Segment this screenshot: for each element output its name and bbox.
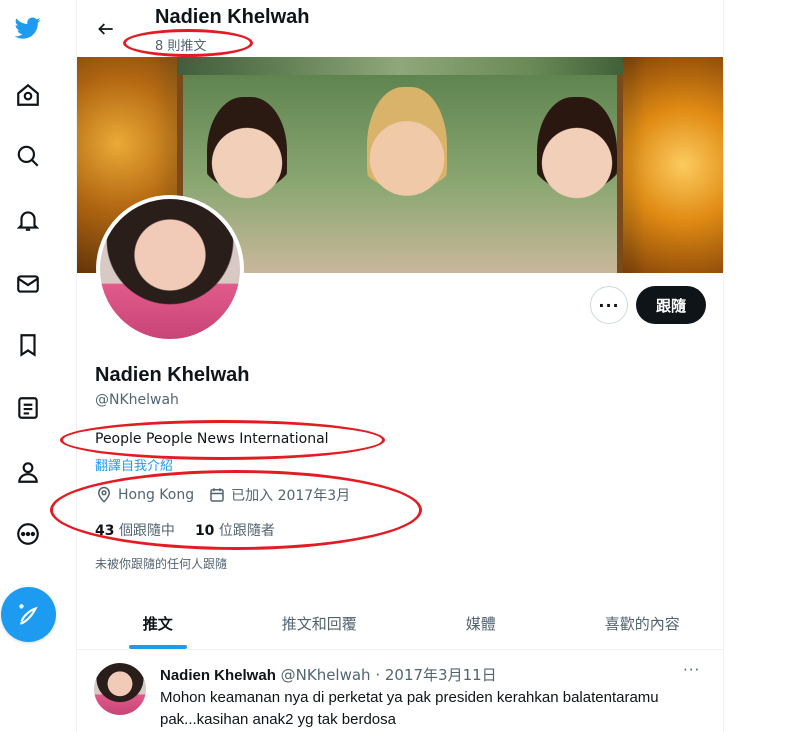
arrow-left-icon (98, 23, 113, 35)
profile-avatar[interactable] (96, 195, 244, 343)
header-title: Nadien Khelwah (155, 6, 310, 28)
compose-tweet-button[interactable] (1, 587, 56, 642)
profile-handle: @NKhelwah (95, 392, 179, 408)
tweet-author-name[interactable]: Nadien Khelwah (160, 667, 276, 684)
profile-column: Nadien Khelwah 8 則推文 ··· 跟隨 Nadien Khelw… (76, 0, 724, 732)
tab-tweets[interactable]: 推文 (77, 598, 239, 649)
more-circle-icon[interactable] (9, 515, 47, 553)
lists-icon[interactable] (9, 389, 47, 427)
profile-top-bar: Nadien Khelwah 8 則推文 (77, 0, 725, 57)
joined-text: 已加入 2017年3月 (231, 488, 351, 504)
profile-name: Nadien Khelwah (95, 364, 250, 386)
compose-tweet-icon (18, 603, 38, 625)
twitter-logo-icon[interactable] (9, 9, 47, 47)
back-button[interactable] (93, 16, 119, 42)
more-options-button[interactable]: ··· (590, 286, 628, 324)
notification-bell-icon[interactable] (9, 201, 47, 239)
messages-mail-icon[interactable] (9, 265, 47, 303)
tweet-author-meta: @NKhelwah · 2017年3月11日 (280, 666, 497, 684)
tweet-avatar[interactable] (94, 663, 146, 715)
translate-bio-link[interactable]: 翻譯自我介紹 (95, 455, 173, 474)
calendar-icon (210, 488, 224, 502)
followers-stat[interactable]: 10 位跟隨者 (195, 520, 275, 540)
tab-likes[interactable]: 喜歡的內容 (562, 598, 724, 649)
location-item: Hong Kong (95, 486, 194, 504)
followed-by-note: 未被你跟隨的任何人跟隨 (95, 557, 228, 571)
follow-stats: 43 個跟隨中 10 位跟隨者 (95, 520, 295, 540)
tweet-item[interactable]: Nadien Khelwah @NKhelwah · 2017年3月11日 ··… (77, 651, 723, 732)
follow-button[interactable]: 跟隨 (636, 286, 706, 324)
location-pin-icon (97, 486, 111, 503)
left-nav-rail (0, 0, 60, 732)
location-text: Hong Kong (118, 487, 195, 503)
following-stat[interactable]: 43 個跟隨中 (95, 520, 175, 540)
tweet-more-button[interactable]: ··· (683, 661, 700, 679)
home-icon[interactable] (9, 76, 47, 114)
search-icon[interactable] (9, 137, 47, 175)
bookmark-icon[interactable] (9, 326, 47, 364)
profile-meta: Hong Kong 已加入 2017年3月 (95, 485, 364, 505)
profile-tabs: 推文 推文和回覆 媒體 喜歡的內容 (77, 598, 723, 650)
profile-bio: People People News International (95, 431, 329, 447)
tweet-count: 8 則推文 (155, 39, 207, 54)
tweet-text: Mohon keamanan nya di perketat ya pak pr… (160, 689, 659, 728)
tweet-header: Nadien Khelwah @NKhelwah · 2017年3月11日 (160, 664, 497, 685)
tab-tweets-and-replies[interactable]: 推文和回覆 (239, 598, 401, 649)
joined-item: 已加入 2017年3月 (208, 485, 350, 505)
tab-media[interactable]: 媒體 (400, 598, 562, 649)
profile-icon[interactable] (9, 453, 47, 491)
